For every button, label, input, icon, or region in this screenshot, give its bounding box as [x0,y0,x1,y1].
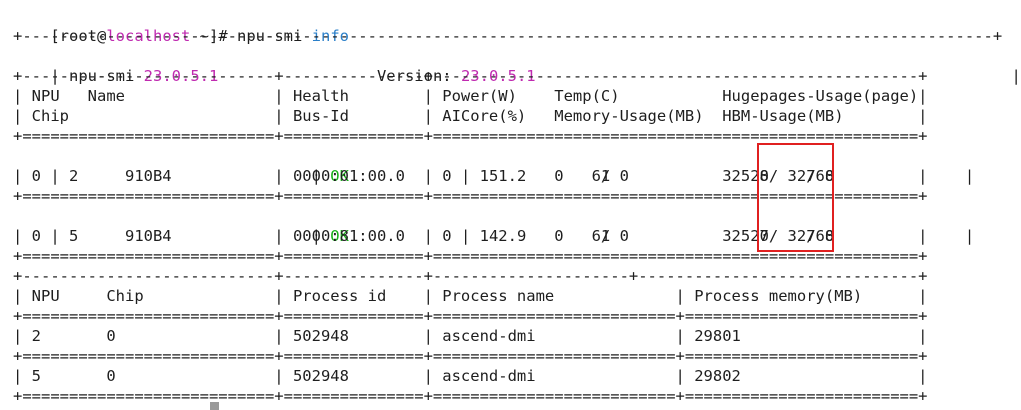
process-table-divider: +---------------------------+-----------… [13,267,928,285]
command-line: [root@localhost ~]# npu-smi info [13,6,349,45]
column-header-row1: | NPU Name | Health | Power(W) Temp(C) H… [13,87,928,105]
process-heavy-divider: +===========================+===========… [13,387,928,405]
table-divider: +---------------------------+-----------… [13,67,928,85]
process-row: | 5 0 | 502948 | ascend-dmi | 29802 | [13,367,928,385]
version-row: | npu-smi 23.0.5.1 Version: 23.0.5.1 | [13,46,1021,85]
terminal-window[interactable]: [root@localhost ~]# npu-smi info +------… [0,0,1021,410]
process-header-row: | NPU Chip | Process id | Process name |… [13,287,928,305]
column-header-row2: | Chip | Bus-Id | AICore(%) Memory-Usage… [13,107,928,125]
table-border-top: +---------------------------------------… [13,27,1003,45]
hbm-highlight-box [757,143,834,252]
process-row: | 2 0 | 502948 | ascend-dmi | 29801 | [13,327,928,345]
terminal-cursor [210,402,219,410]
process-heavy-divider: +===========================+===========… [13,347,928,365]
process-heavy-divider: +===========================+===========… [13,307,928,325]
